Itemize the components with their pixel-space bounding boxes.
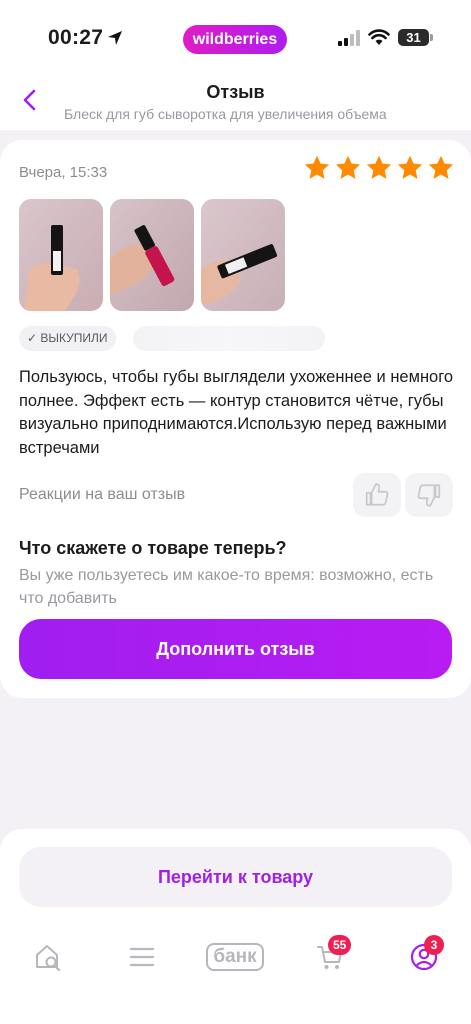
battery-tip [430,34,433,41]
cart-badge: 55 [328,935,352,955]
home-search-icon [36,945,61,972]
location-arrow-icon [108,31,122,45]
add-to-review-button[interactable]: Дополнить отзыв [19,619,452,679]
tab-home[interactable] [28,937,68,977]
page-header: Отзыв Блеск для губ сыворотка для увелич… [0,78,471,130]
bought-badge-label: ВЫКУПИЛИ [40,331,108,345]
check-icon: ✓ [27,331,41,345]
star-icon [428,155,454,179]
review-text: Пользуюсь, чтобы губы выглядели ухоженне… [19,368,454,457]
wifi-icon [368,29,390,45]
review-photo[interactable] [19,199,103,311]
bank-label: банк [213,946,257,967]
review-photos [19,199,285,311]
review-card: Вчера, 15:33 ✓ ВЫКУПИЛИ Пользуюсь, чтобы… [0,140,471,698]
review-photo[interactable] [110,199,194,311]
status-time: 00:27 [48,26,104,49]
dislike-button[interactable] [405,473,453,517]
star-icon [366,155,392,179]
profile-badge: 3 [424,935,444,955]
rating-stars [303,154,455,182]
cellular-signal-icon [338,30,360,46]
thumbs-up-icon [365,483,389,506]
menu-icon [129,947,155,967]
review-date: Вчера, 15:33 [19,164,108,181]
blurred-info-pill [133,326,325,351]
tab-catalog[interactable] [122,937,162,977]
bottom-panel: Перейти к товару банк 55 3 [0,829,471,1024]
thumbs-down-icon [417,484,441,507]
prompt-title: Что скажете о товаре теперь? [19,538,287,558]
status-bar: 00:27 wildberries 31 [0,0,471,78]
brand-logo: wildberries [183,25,287,54]
review-photo[interactable] [201,199,285,311]
star-icon [304,155,330,179]
like-button[interactable] [353,473,401,517]
product-subtitle: Блеск для губ сыворотка для увеличения о… [64,106,387,122]
go-to-product-button[interactable]: Перейти к товару [19,847,452,907]
battery-indicator: 31 [398,29,429,46]
star-icon [335,155,361,179]
prompt-text: Вы уже пользуетесь им какое-то время: во… [19,567,434,607]
bought-badge: ✓ ВЫКУПИЛИ [19,326,116,351]
page-title: Отзыв [206,82,265,102]
reactions-label: Реакции на ваш отзыв [19,486,186,503]
tab-bank[interactable]: банк [204,937,266,977]
bank-logo: банк [206,943,264,971]
star-icon [397,155,423,179]
